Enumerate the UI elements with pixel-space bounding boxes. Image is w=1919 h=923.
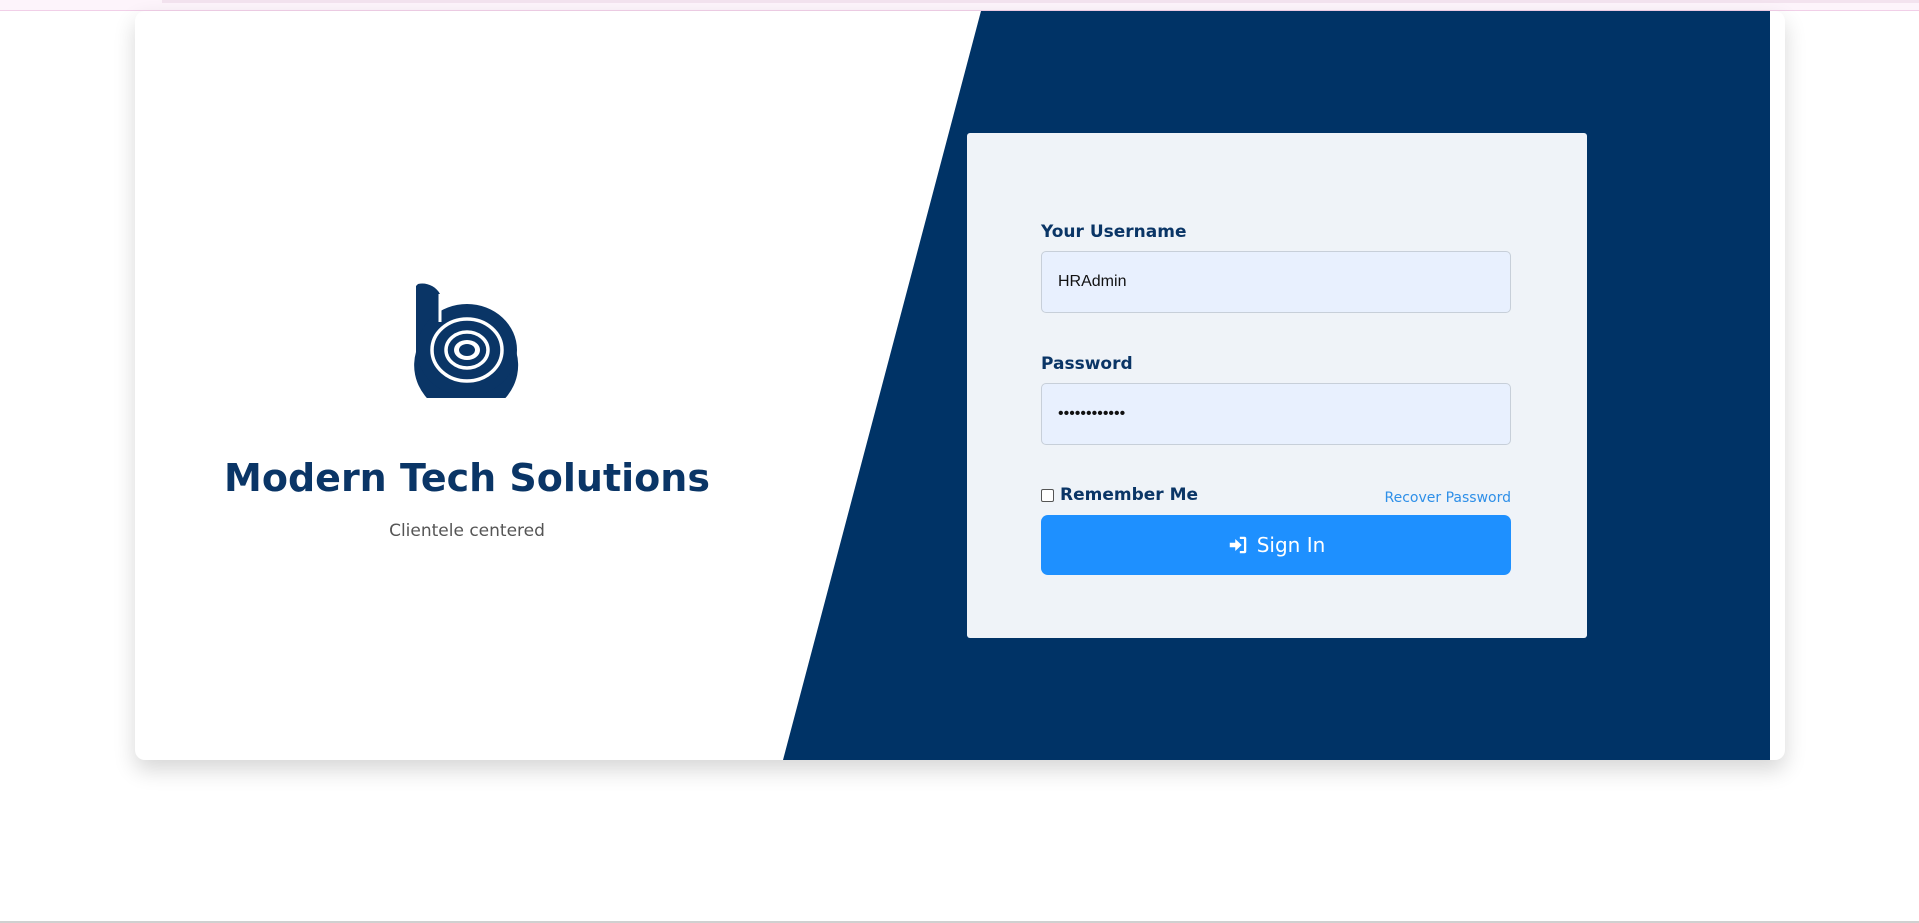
sign-in-icon [1229,536,1246,554]
remember-me-checkbox[interactable] [1041,488,1054,502]
username-label: Your Username [1041,222,1187,242]
top-strip [0,0,1919,11]
company-tagline: Clientele centered [389,521,545,541]
sign-in-button[interactable]: Sign In [1041,515,1511,575]
remember-me-label[interactable]: Remember Me [1060,485,1198,505]
company-name: Modern Tech Solutions [224,456,710,500]
remember-me-row: Remember Me [1041,485,1198,505]
password-input[interactable] [1041,383,1511,445]
login-form: Your Username Password Remember Me Recov… [967,133,1587,638]
username-input[interactable] [1041,251,1511,313]
password-label: Password [1041,354,1133,374]
b-spiral-logo-icon [414,283,519,398]
login-card: Modern Tech Solutions Clientele centered… [135,11,1785,760]
recover-password-link[interactable]: Recover Password [1385,490,1511,506]
sign-in-label: Sign In [1256,533,1326,557]
top-strip-highlight [162,0,1919,3]
brand-section: Modern Tech Solutions Clientele centered [135,11,799,760]
